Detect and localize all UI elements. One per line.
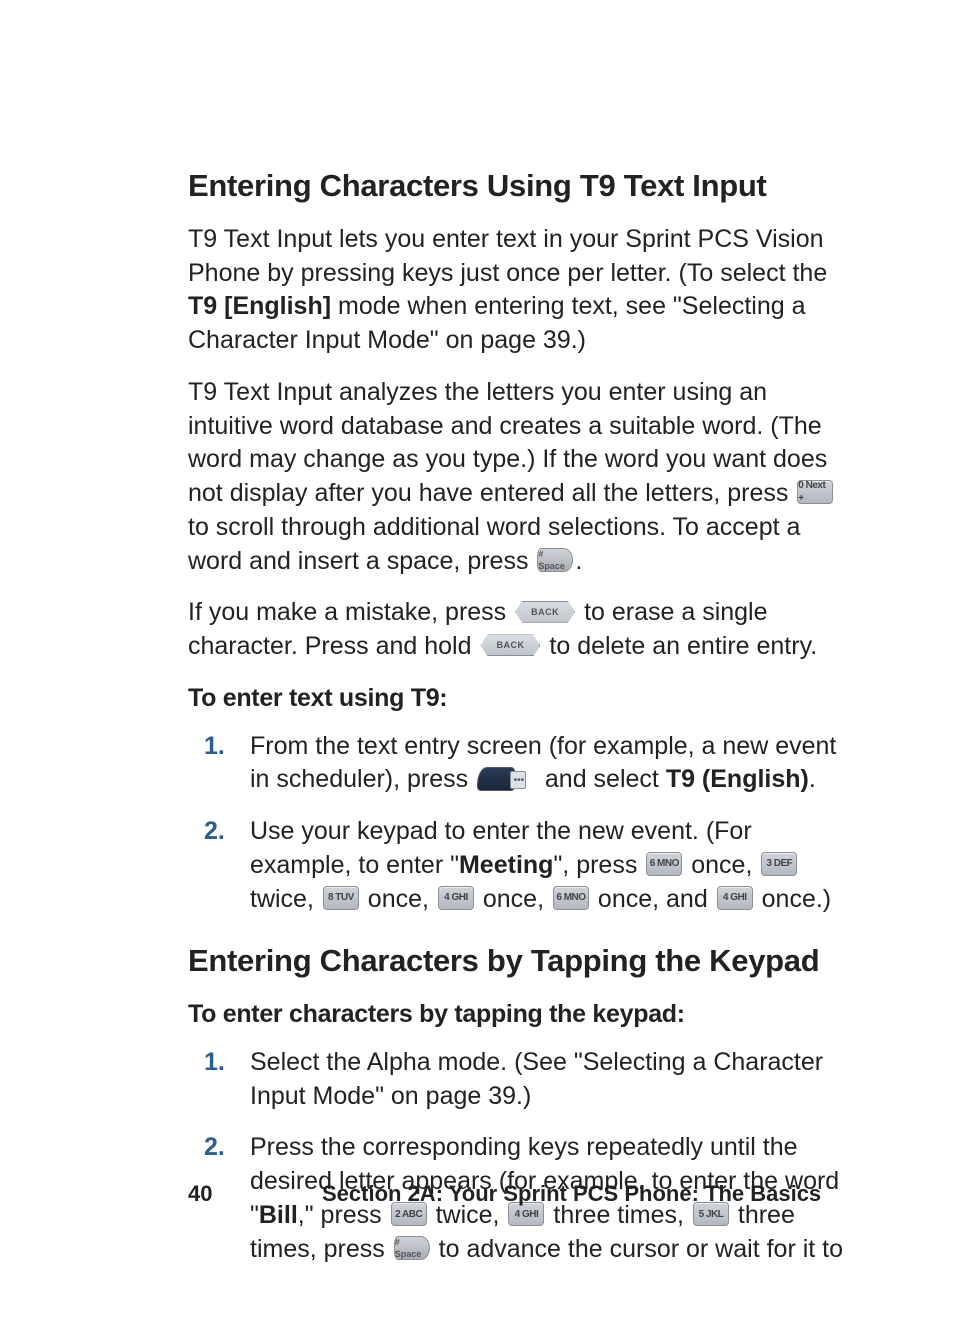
- text: once,: [361, 885, 436, 913]
- three-def-key-icon: 3 DEF: [761, 852, 797, 876]
- subheading: To enter characters by tapping the keypa…: [188, 998, 854, 1032]
- zero-next-key-icon: 0 Next +: [797, 480, 833, 504]
- text: T9 Text Input lets you enter text in you…: [188, 225, 827, 287]
- subheading: To enter text using T9:: [188, 682, 854, 716]
- hash-space-key-icon: # Space: [537, 548, 573, 572]
- ordered-list: From the text entry screen (for example,…: [188, 730, 854, 917]
- page-footer: 40 Section 2A: Your Sprint PCS Phone: Th…: [188, 1179, 854, 1209]
- text-bold: T9 (English): [666, 765, 809, 793]
- text: .: [575, 547, 582, 575]
- section-label: Section 2A: Your Sprint PCS Phone: The B…: [322, 1179, 821, 1209]
- six-mno-key-icon: 6 MNO: [553, 886, 589, 910]
- text: once.): [755, 885, 831, 913]
- eight-tuv-key-icon: 8 TUV: [323, 886, 359, 910]
- text: Select the Alpha mode. (See "Selecting a…: [250, 1048, 823, 1110]
- text: to scroll through additional word select…: [188, 513, 800, 575]
- heading-t9: Entering Characters Using T9 Text Input: [188, 165, 854, 207]
- four-ghi-key-icon: 4 GHI: [438, 886, 474, 910]
- list-item: From the text entry screen (for example,…: [188, 730, 854, 798]
- list-item: Select the Alpha mode. (See "Selecting a…: [188, 1046, 854, 1114]
- list-item: Use your keypad to enter the new event. …: [188, 815, 854, 916]
- softkey-icon: •••: [477, 767, 515, 791]
- back-key-icon: BACK: [515, 601, 575, 623]
- page-number: 40: [188, 1179, 322, 1209]
- text: to delete an entire entry.: [542, 632, 817, 660]
- text: and select: [538, 765, 666, 793]
- text-bold: T9 [English]: [188, 292, 331, 320]
- ordered-list: Select the Alpha mode. (See "Selecting a…: [188, 1046, 854, 1267]
- hash-space-key-icon: # Space: [394, 1236, 430, 1260]
- text: once,: [684, 851, 759, 879]
- text: twice,: [250, 885, 321, 913]
- heading-tapping: Entering Characters by Tapping the Keypa…: [188, 940, 854, 982]
- text: once, and: [591, 885, 715, 913]
- text: to advance the cursor or wait for it to: [432, 1235, 843, 1263]
- text: ", press: [553, 851, 644, 879]
- text: once,: [476, 885, 551, 913]
- four-ghi-key-icon: 4 GHI: [717, 886, 753, 910]
- back-key-icon: BACK: [480, 634, 540, 656]
- text: If you make a mistake, press: [188, 598, 513, 626]
- paragraph: T9 Text Input lets you enter text in you…: [188, 223, 854, 358]
- text: .: [809, 765, 816, 793]
- text: T9 Text Input analyzes the letters you e…: [188, 378, 827, 507]
- text-bold: Meeting: [459, 851, 553, 879]
- six-mno-key-icon: 6 MNO: [646, 852, 682, 876]
- paragraph: If you make a mistake, press BACK to era…: [188, 596, 854, 664]
- paragraph: T9 Text Input analyzes the letters you e…: [188, 376, 854, 579]
